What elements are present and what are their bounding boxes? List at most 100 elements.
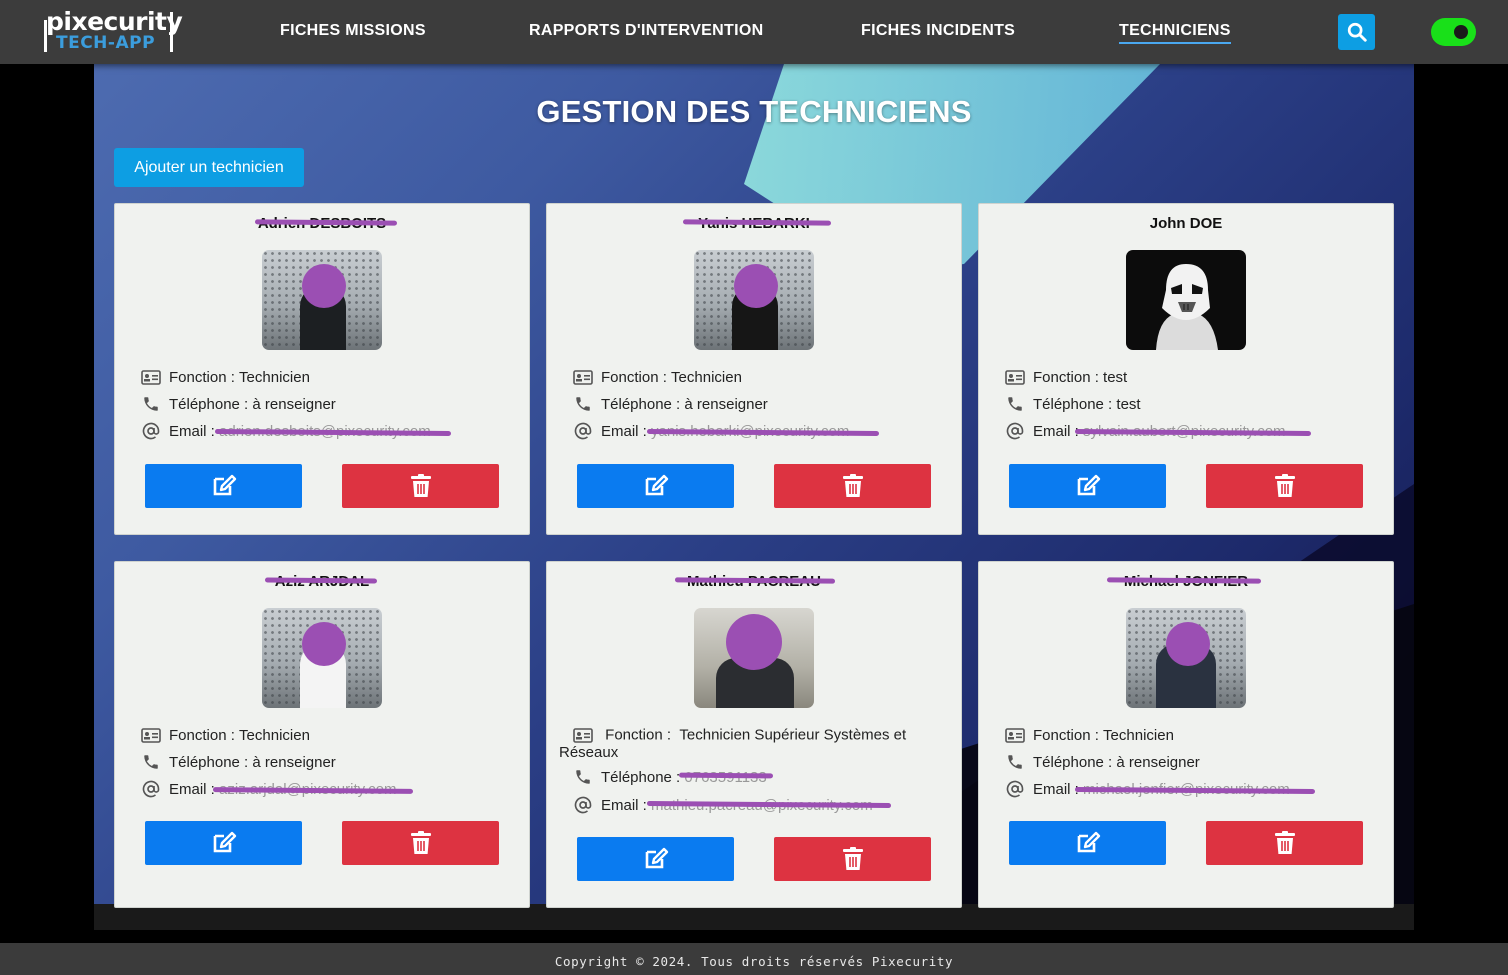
email-label: Email : (601, 796, 647, 814)
phone-icon (573, 395, 593, 413)
trash-icon (1274, 831, 1295, 854)
at-icon (573, 422, 593, 440)
add-technician-button[interactable]: Ajouter un technicien (114, 148, 304, 187)
telephone-row: Téléphone : à renseigner (573, 395, 768, 413)
phone-icon (573, 768, 593, 786)
trash-icon (842, 847, 863, 870)
telephone-value: à renseigner (252, 753, 336, 771)
top-navbar: pixecurity TECH-APP FICHES MISSIONS RAPP… (0, 0, 1508, 64)
phone-icon (1005, 753, 1025, 771)
telephone-value: test (1116, 395, 1141, 413)
edit-icon (1077, 474, 1100, 496)
edit-button[interactable] (145, 821, 302, 865)
telephone-row: Téléphone : test (1005, 395, 1141, 413)
technician-photo (262, 250, 382, 350)
phone-icon (141, 753, 161, 771)
fonction-value: Technicien (239, 726, 310, 744)
id-card-icon (1005, 726, 1025, 744)
fonction-row: Fonction : Technicien (141, 726, 310, 744)
delete-button[interactable] (774, 464, 931, 508)
face-redaction (734, 264, 778, 308)
technician-photo (1126, 250, 1246, 350)
technician-name: John DOE (1149, 215, 1223, 232)
edit-icon (645, 474, 668, 496)
edit-button[interactable] (1009, 464, 1166, 508)
telephone-label: Téléphone : (1033, 395, 1113, 413)
at-icon (141, 780, 161, 798)
logo-bar-right (170, 12, 173, 52)
telephone-row: Téléphone : à renseigner (1005, 753, 1200, 771)
edit-button[interactable] (577, 464, 734, 508)
edit-button[interactable] (1009, 821, 1166, 865)
fonction-value: Technicien (1103, 726, 1174, 744)
telephone-label: Téléphone : (169, 753, 249, 771)
email-label: Email : (169, 780, 215, 798)
nav-techniciens[interactable]: TECHNICIENS (1119, 22, 1231, 44)
fonction-value: test (1103, 368, 1128, 386)
id-card-icon (573, 726, 593, 744)
at-icon (1005, 780, 1025, 798)
fonction-label: Fonction : (169, 368, 235, 386)
search-button[interactable] (1338, 14, 1375, 50)
trash-icon (410, 831, 431, 854)
telephone-value: à renseigner (252, 395, 336, 413)
at-icon (573, 796, 593, 814)
nav-fiches-missions[interactable]: FICHES MISSIONS (280, 22, 426, 40)
copyright-text: Copyright © 2024. Tous droits réservés P… (554, 954, 954, 969)
id-card-icon (141, 726, 161, 744)
footer: Copyright © 2024. Tous droits réservés P… (0, 943, 1508, 975)
technician-photo (694, 608, 814, 708)
face-redaction (302, 622, 346, 666)
nav-fiches-incidents[interactable]: FICHES INCIDENTS (861, 22, 1015, 40)
telephone-label: Téléphone : (601, 768, 681, 786)
redaction-mark (264, 577, 378, 584)
technician-photo (262, 608, 382, 708)
edit-icon (213, 474, 236, 496)
email-label: Email : (1033, 780, 1079, 798)
telephone-label: Téléphone : (1033, 753, 1113, 771)
trash-icon (842, 474, 863, 497)
technician-photo (1126, 608, 1246, 708)
technician-card: John DOE Fonction : test Téléphone : tes… (978, 203, 1394, 535)
nav-rapports-intervention[interactable]: RAPPORTS D'INTERVENTION (529, 22, 763, 40)
logo-line-2: TECH-APP (56, 33, 156, 53)
edit-icon (213, 831, 236, 853)
fonction-value: Technicien (239, 368, 310, 386)
telephone-row: Téléphone : à renseigner (141, 395, 336, 413)
delete-button[interactable] (1206, 821, 1363, 865)
phone-icon (1005, 395, 1025, 413)
edit-button[interactable] (145, 464, 302, 508)
at-icon (141, 422, 161, 440)
fonction-label: Fonction : (1033, 726, 1099, 744)
technician-card: Michael JONFIER Fonction : Technicien Té… (978, 561, 1394, 908)
fonction-row: Fonction : test (1005, 368, 1127, 386)
fonction-row: Fonction : Technicien (1005, 726, 1174, 744)
email-label: Email : (601, 422, 647, 440)
id-card-icon (573, 368, 593, 386)
fonction-label: Fonction : (605, 726, 676, 744)
telephone-row: Téléphone : à renseigner (141, 753, 336, 771)
fonction-label: Fonction : (169, 726, 235, 744)
delete-button[interactable] (342, 821, 499, 865)
delete-button[interactable] (1206, 464, 1363, 508)
fonction-value: Technicien (671, 368, 742, 386)
id-card-icon (141, 368, 161, 386)
trash-icon (410, 474, 431, 497)
fonction-label: Fonction : (601, 368, 667, 386)
search-icon (1347, 22, 1367, 42)
telephone-value: à renseigner (684, 395, 768, 413)
theme-toggle[interactable] (1431, 18, 1476, 46)
fonction-label: Fonction : (1033, 368, 1099, 386)
delete-button[interactable] (774, 837, 931, 881)
id-card-icon (1005, 368, 1025, 386)
edit-button[interactable] (577, 837, 734, 881)
redaction-mark (678, 772, 774, 779)
phone-icon (141, 395, 161, 413)
telephone-label: Téléphone : (169, 395, 249, 413)
at-icon (1005, 422, 1025, 440)
app-logo[interactable]: pixecurity TECH-APP (44, 7, 183, 54)
technician-photo (694, 250, 814, 350)
delete-button[interactable] (342, 464, 499, 508)
fonction-row: Fonction : Technicien Supérieur Systèmes… (559, 726, 929, 761)
toggle-knob (1454, 25, 1468, 39)
